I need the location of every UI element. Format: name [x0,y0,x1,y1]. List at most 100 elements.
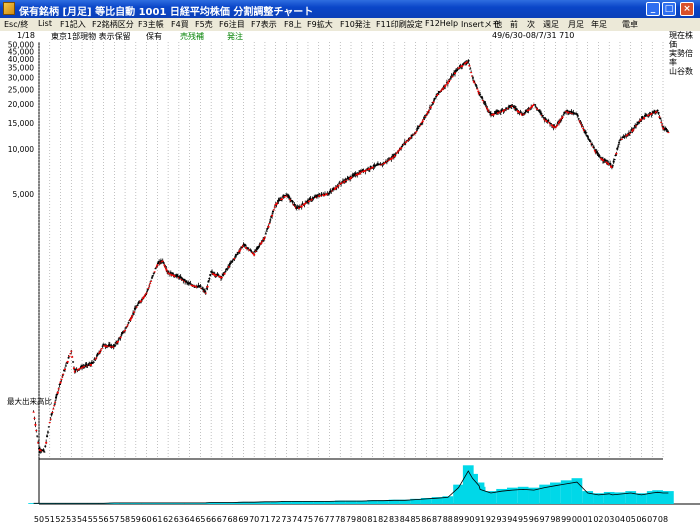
candle-body [263,236,266,238]
candle-body [70,350,73,352]
x-tick-label: 60 [141,515,151,524]
menu-monthly[interactable]: 月足 [568,19,584,30]
x-tick-label: 03 [604,515,614,524]
candle-body [419,125,422,127]
candle-body [56,391,59,394]
candle-body [616,147,619,150]
candle-body [268,223,271,225]
candle-body [253,253,256,256]
app-icon [3,2,15,15]
candle-body [532,104,534,106]
window-title: 保有銘柄 [月足] 等比自動 1001 日経平均株価 分割調整チャート [19,7,314,18]
candle-body [446,82,449,85]
candle-body [217,274,220,276]
candle-body [62,373,65,375]
candle-body [479,94,482,96]
x-tick-label: 71 [260,515,270,524]
candle-body [52,408,55,410]
candle-body [72,361,75,363]
menu-other[interactable]: 他 [494,19,502,30]
candle-body [418,126,421,128]
x-axis: 50 51 52 53 54 55 56 57 58 59 60 61 62 63 64 65 66 67 68 69… [34,515,668,524]
candle-body [469,68,472,70]
candle-body [395,152,398,154]
candle-body [582,127,585,129]
candle-body [471,77,474,79]
candle-body [307,200,310,203]
candle-body [127,322,130,324]
x-tick-label: 51 [45,515,55,524]
menu-next[interactable]: 次 [527,19,535,30]
candle-body [47,426,50,428]
candle-body [57,388,60,390]
candle-body [568,110,571,113]
candle-body [527,109,530,111]
candle-body [449,78,452,80]
candle-body [592,147,595,149]
candle-body [61,376,64,378]
x-tick-label: 69 [238,515,248,524]
x-tick-label: 68 [228,515,238,524]
candle-body [470,72,473,74]
x-tick-label: 93 [497,515,507,524]
candle-body [220,276,223,278]
menu-f7[interactable]: F7表示 [251,19,277,30]
menu-f12[interactable]: F12Help [425,19,458,28]
x-tick-label: 06 [636,515,646,524]
menu-yearly[interactable]: 年足 [591,19,607,30]
menu-f10[interactable]: F10発注 [340,19,371,30]
menu-f5[interactable]: F5売 [195,19,213,30]
x-tick-label: 07 [647,515,657,524]
candle-body [117,338,120,340]
candle-body [541,115,544,117]
candle-body [206,285,209,288]
candle-body [145,292,148,294]
candle-body [267,225,270,228]
menu-f8[interactable]: F8上 [284,19,302,30]
candle-body [573,112,576,114]
candle-body [467,59,470,62]
candle-body [150,277,153,279]
candle-body [591,143,594,146]
candle-body [445,84,448,86]
candle-body [358,172,361,175]
menu-f1[interactable]: F1記入 [60,19,86,30]
menu-f9[interactable]: F9拡大 [307,19,333,30]
x-tick-label: 58 [120,515,130,524]
candle-body [643,117,646,120]
title-bar: 保有銘柄 [月足] 等比自動 1001 日経平均株価 分割調整チャート _ □ … [0,0,700,18]
menu-calculator[interactable]: 電卓 [622,19,638,30]
x-tick-label: 50 [34,515,44,524]
x-tick-label: 61 [152,515,162,524]
menu-weekly[interactable]: 週足 [543,19,559,30]
candle-body [153,271,156,273]
menu-prev[interactable]: 前 [510,19,518,30]
maximize-button[interactable]: □ [662,2,676,16]
menu-f11[interactable]: F11印刷設定 [376,19,423,30]
menu-f6[interactable]: F6注目 [219,19,245,30]
menu-f3[interactable]: F3主帳 [138,19,164,30]
candle-body [224,271,227,273]
x-tick-label: 70 [249,515,259,524]
candle-body [415,131,418,133]
menu-f2[interactable]: F2銘柄区分 [92,19,134,30]
y-tick-label: 35,000 [8,64,34,73]
candle-body [345,179,348,181]
menu-f4[interactable]: F4買 [171,19,189,30]
candle-body [90,364,92,366]
menu-list[interactable]: List [38,19,52,28]
x-tick-label: 82 [378,515,388,524]
candle-body [429,106,432,109]
candle-body [515,108,518,110]
x-tick-label: 04 [615,515,625,524]
menu-escape[interactable]: Esc/終 [4,19,28,30]
candle-body [272,209,275,211]
x-tick-label: 98 [550,515,560,524]
minimize-button[interactable]: _ [646,2,660,16]
close-button[interactable]: × [680,2,694,16]
candle-body [204,292,207,294]
candle-body [620,138,623,140]
candle-body [432,101,435,104]
candle-body [124,329,127,331]
candle-body [260,242,263,244]
